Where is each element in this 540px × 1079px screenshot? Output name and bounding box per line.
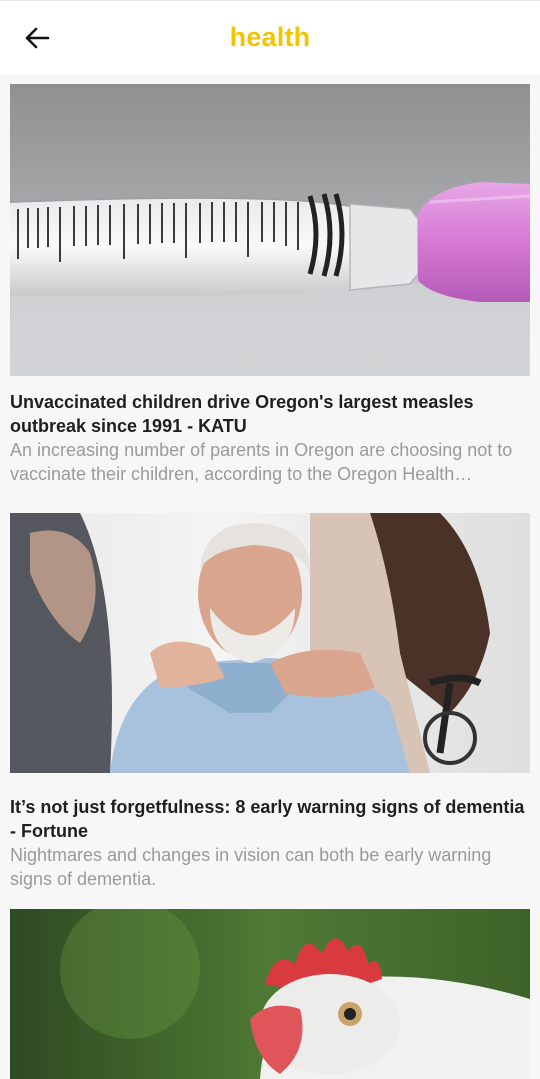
article-headline[interactable]: Unvaccinated children drive Oregon's lar… bbox=[10, 390, 530, 438]
article-card[interactable]: Unvaccinated children drive Oregon's lar… bbox=[10, 84, 530, 486]
article-card[interactable] bbox=[10, 909, 530, 1079]
article-headline[interactable]: It’s not just forgetfulness: 8 early war… bbox=[10, 795, 530, 843]
app-bar: health bbox=[0, 0, 540, 74]
article-image-elderly-man bbox=[10, 513, 530, 773]
article-summary: Nightmares and changes in vision can bot… bbox=[10, 845, 492, 889]
article-feed[interactable]: Unvaccinated children drive Oregon's lar… bbox=[0, 74, 540, 1079]
page-title: health bbox=[229, 22, 311, 52]
article-summary: An increasing number of parents in Orego… bbox=[10, 440, 513, 484]
article-image-syringe bbox=[10, 84, 530, 376]
article-image-chicken bbox=[10, 909, 530, 1079]
article-card[interactable]: It’s not just forgetfulness: 8 early war… bbox=[10, 513, 530, 891]
